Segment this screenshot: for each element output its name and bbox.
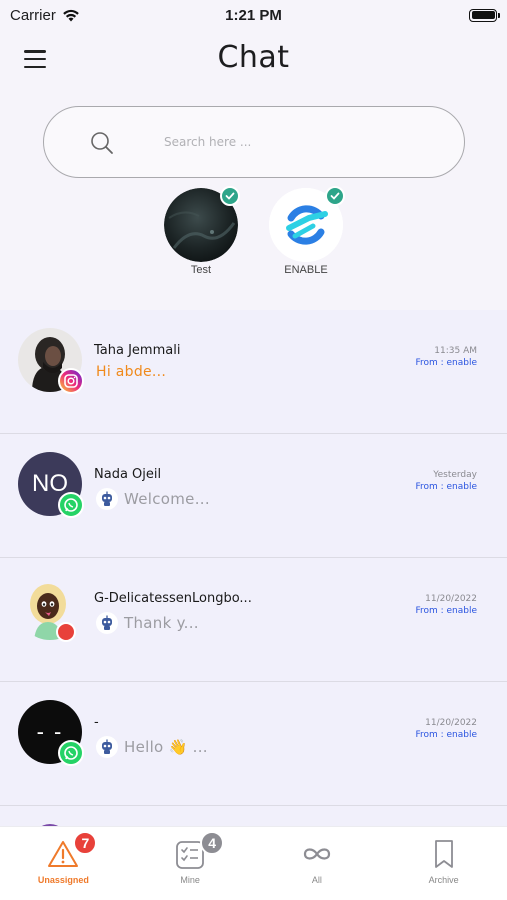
message-time: 11:35 AM [434,346,477,356]
accounts-row: Test ENABLE [0,186,507,288]
contact-name: Taha Jemmali [94,343,181,358]
message-preview: Thank y... [96,612,199,634]
account-test[interactable]: Test [156,186,246,276]
account-label: Test [190,264,212,276]
search-bar[interactable] [43,106,465,178]
enable-logo [269,186,345,262]
bookmark-icon [434,840,453,868]
tab-label: All [311,875,322,885]
mine-count-badge: 4 [200,831,225,855]
status-left: Carrier [10,7,80,24]
chat-row[interactable]: - - - Hello 👋 ... 11/20/2022 From : enab… [0,682,507,806]
chat-meta: 11/20/2022 From : enable [415,594,477,616]
unassigned-count-badge: 7 [73,831,98,855]
message-preview: Hi abde... [96,364,166,380]
chat-row[interactable]: NO Nada Ojeil Welcome... Yesterday From … [0,434,507,558]
tab-unassigned[interactable]: 7 Unassigned [3,831,123,885]
tab-all[interactable]: All [257,837,377,885]
avatar: - - [18,700,84,766]
message-time: 11/20/2022 [425,594,477,604]
chat-row[interactable]: Taha Jemmali Hi abde... 11:35 AM From : … [0,310,507,434]
header: Chat [0,36,507,86]
chat-meta: 11:35 AM From : enable [415,346,477,368]
preview-text: Hello 👋 ... [124,738,208,756]
search-icon [91,132,113,154]
preview-text: Welcome... [124,490,210,508]
whatsapp-icon [58,492,84,518]
avatar: NO [18,452,84,518]
tab-archive[interactable]: Archive [384,837,504,885]
chat-meta: 11/20/2022 From : enable [415,718,477,740]
status-time: 1:21 PM [225,6,282,24]
status-indicator-icon [56,622,76,642]
tab-bar: 7 Unassigned 4 Mine All Archive [0,826,507,900]
carrier-label: Carrier [10,6,56,24]
bot-icon [96,488,118,510]
account-enable[interactable]: ENABLE [261,186,351,276]
status-bar: Carrier 1:21 PM [0,0,507,30]
verified-check-icon [325,186,345,206]
account-label: ENABLE [284,264,328,276]
page-title: Chat [217,40,290,75]
contact-name: - [94,715,99,730]
tab-label: Mine [180,875,200,885]
tab-mine[interactable]: 4 Mine [130,831,250,885]
source-label: From : enable [415,482,477,492]
message-time: 11/20/2022 [425,718,477,728]
source-label: From : enable [415,358,477,368]
verified-check-icon [220,186,240,206]
chat-meta: Yesterday From : enable [415,470,477,492]
search-input[interactable] [164,129,424,155]
wifi-icon [63,9,79,21]
message-preview: Welcome... [96,488,210,510]
bot-icon [96,612,118,634]
tab-label: Archive [428,875,459,885]
avatar [18,576,82,642]
chat-list: Taha Jemmali Hi abde... 11:35 AM From : … [0,310,507,846]
source-label: From : enable [415,730,477,740]
preview-text: Thank y... [124,614,199,632]
contact-name: Nada Ojeil [94,467,162,482]
avatar [18,328,84,394]
battery-icon [469,8,500,22]
message-time: Yesterday [433,470,477,480]
infinity-icon [303,848,330,860]
source-label: From : enable [415,606,477,616]
account-avatar [164,186,240,262]
whatsapp-icon [58,740,84,766]
chat-row[interactable]: G-DelicatessenLongbo... Thank y... 11/20… [0,558,507,682]
bot-icon [96,736,118,758]
contact-name: G-DelicatessenLongbo... [94,591,252,606]
preview-text: Hi abde... [96,364,167,380]
tab-label: Unassigned [37,875,89,885]
message-preview: Hello 👋 ... [96,736,208,758]
instagram-icon [58,368,84,394]
